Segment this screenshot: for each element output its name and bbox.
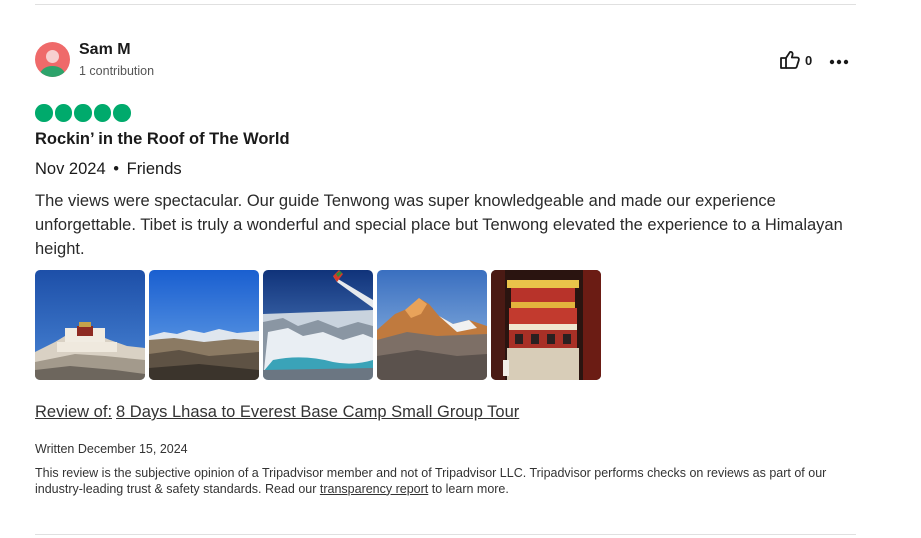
helpful-vote-button[interactable]: 0 (779, 50, 812, 70)
bottom-divider (35, 534, 856, 535)
review-of-label: Review of: (35, 403, 113, 421)
bubble-rating (35, 104, 131, 122)
disclaimer-text-end: to learn more. (428, 481, 509, 496)
tibetan-plateau-photo[interactable] (149, 270, 259, 380)
review-meta: Nov 2024 • Friends (35, 160, 182, 179)
ellipsis-icon (829, 52, 849, 70)
transparency-report-link[interactable]: transparency report (320, 482, 428, 496)
review-disclaimer: This review is the subjective opinion of… (35, 466, 855, 497)
review-photos (35, 270, 601, 380)
review-of-link[interactable]: Review of: 8 Days Lhasa to Everest Base C… (35, 403, 519, 422)
review-title: Rockin’ in the Roof of The World (35, 130, 290, 148)
potala-palace-photo[interactable] (35, 270, 145, 380)
rating-bubble-icon (54, 104, 72, 122)
user-contributions: 1 contribution (79, 64, 155, 78)
airplane-wing-mountains-photo[interactable] (263, 270, 373, 380)
avatar-body (40, 66, 65, 77)
rating-bubble-icon (93, 104, 111, 122)
top-divider (35, 4, 856, 5)
user-name[interactable]: Sam M (79, 41, 131, 59)
trip-type: Friends (126, 160, 182, 178)
more-options-button[interactable] (828, 52, 850, 70)
written-date: Written December 15, 2024 (35, 442, 188, 456)
rating-bubble-icon (113, 104, 131, 122)
avatar-head (46, 50, 59, 63)
helpful-count: 0 (805, 52, 813, 68)
rating-bubble-icon (74, 104, 92, 122)
review-body: The views were spectacular. Our guide Te… (35, 192, 843, 258)
review-date: Nov 2024 (35, 160, 106, 178)
thumbs-up-icon (779, 50, 801, 70)
avatar[interactable] (35, 42, 70, 77)
meta-separator: • (113, 160, 120, 178)
tour-name: 8 Days Lhasa to Everest Base Camp Small … (116, 403, 520, 421)
rating-bubble-icon (35, 104, 53, 122)
everest-peak-photo[interactable] (377, 270, 487, 380)
monastery-building-photo[interactable] (491, 270, 601, 380)
